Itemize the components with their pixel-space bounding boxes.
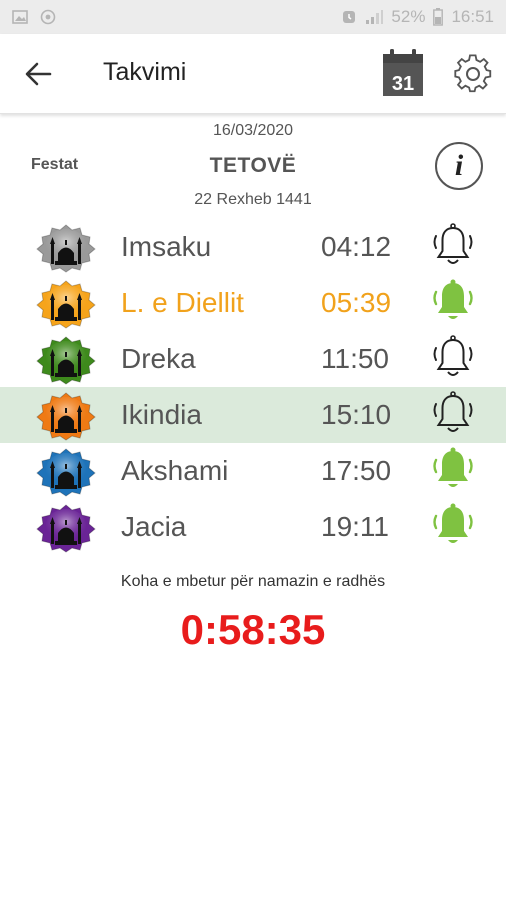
calendar-button[interactable]: 31 <box>381 48 425 98</box>
prayer-time: 04:12 <box>321 231 392 262</box>
status-bar: 52% 16:51 <box>0 0 506 34</box>
prayer-name: Ikindia <box>121 399 202 430</box>
mosque-icon <box>35 391 97 441</box>
calendar-icon: 31 <box>383 49 423 96</box>
prayer-row: Imsaku 04:12 <box>0 219 506 275</box>
battery-icon <box>433 8 444 26</box>
countdown-timer: 0:58:35 <box>180 606 326 653</box>
prayer-time: 05:39 <box>321 287 392 318</box>
alarm-off-toggle[interactable] <box>430 222 476 270</box>
mosque-icon <box>35 447 97 497</box>
page-title: Takvimi <box>103 58 187 86</box>
alarm-off-toggle[interactable] <box>430 334 476 382</box>
prayer-row: Dreka 11:50 <box>0 331 506 387</box>
alarm-icon <box>341 9 357 25</box>
alarm-off-toggle[interactable] <box>430 390 476 438</box>
back-button[interactable] <box>20 56 56 92</box>
bell-icon <box>433 279 473 319</box>
prayer-time: 19:11 <box>321 511 389 542</box>
prayer-row: Jacia 19:11 <box>0 499 506 555</box>
gregorian-date: 16/03/2020 <box>212 122 294 139</box>
prayer-row: Akshami 17:50 <box>0 443 506 499</box>
mosque-icon <box>35 223 97 273</box>
mosque-icon <box>35 335 97 385</box>
prayer-row: L. e Diellit 05:39 <box>0 275 506 331</box>
signal-icon <box>365 9 384 25</box>
prayer-name: Jacia <box>121 511 187 542</box>
prayer-times-list: Imsaku 04:12 L. e Diellit 05:39 Dreka 11:50 Ik… <box>0 219 506 555</box>
countdown-label: Koha e mbetur për namazin e radhës <box>120 573 386 590</box>
prayer-name: L. e Diellit <box>121 287 244 318</box>
battery-percent: 52% <box>391 7 426 26</box>
settings-button[interactable] <box>453 54 493 94</box>
bell-icon <box>433 447 473 487</box>
status-left-icons <box>12 9 56 25</box>
arrow-left-icon <box>25 62 52 86</box>
prayer-time: 11:50 <box>321 343 389 374</box>
prayer-time: 17:50 <box>321 455 392 486</box>
gear-icon <box>454 54 492 93</box>
prayer-name: Imsaku <box>121 231 212 262</box>
prayer-row: Ikindia 15:10 <box>0 387 506 443</box>
app-bar: Takvimi 31 <box>0 34 506 114</box>
info-icon: i <box>454 149 464 182</box>
status-time: 16:51 <box>451 7 494 26</box>
prayer-name: Dreka <box>121 343 196 374</box>
mosque-icon <box>35 279 97 329</box>
alarm-on-toggle[interactable] <box>430 278 476 326</box>
bell-icon <box>433 503 473 543</box>
calendar-day: 31 <box>392 73 414 95</box>
info-button[interactable]: i <box>435 142 483 190</box>
bell-outline-icon <box>433 223 473 264</box>
prayer-time: 15:10 <box>321 399 392 430</box>
bell-outline-icon <box>433 391 473 432</box>
mosque-icon <box>35 503 97 553</box>
status-right: 52% 16:51 <box>341 7 494 27</box>
image-icon <box>12 9 28 25</box>
bell-outline-icon <box>433 335 473 376</box>
alarm-on-toggle[interactable] <box>430 502 476 550</box>
alarm-on-toggle[interactable] <box>430 446 476 494</box>
city-name: TETOVË <box>209 154 297 177</box>
prayer-name: Akshami <box>121 455 229 486</box>
hijri-date: 22 Rexheb 1441 <box>194 191 312 208</box>
cast-icon <box>40 9 56 25</box>
